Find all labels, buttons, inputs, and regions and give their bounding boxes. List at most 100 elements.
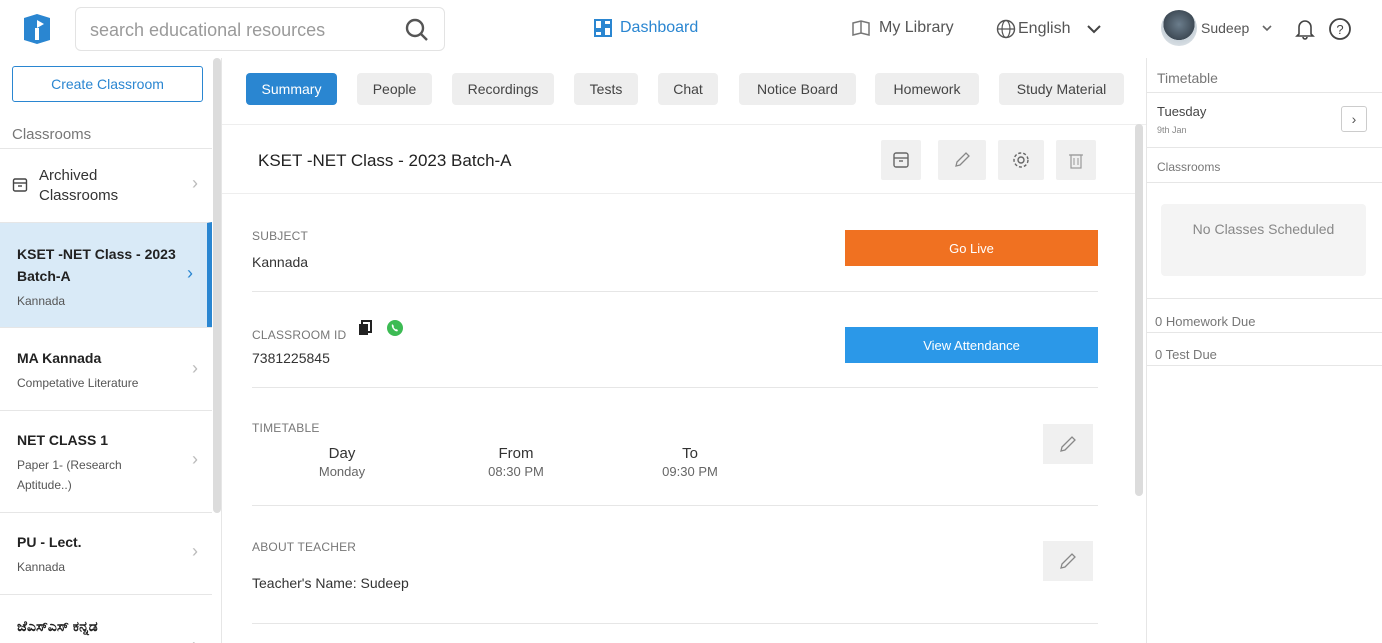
sidebar-scrollbar[interactable] xyxy=(213,58,221,513)
delete-button[interactable] xyxy=(1056,140,1096,180)
my-library-link[interactable]: My Library xyxy=(851,19,954,37)
timetable-label: TIMETABLE xyxy=(252,421,320,435)
classroom-title: MA Kannada xyxy=(17,350,102,366)
tab-tests[interactable]: Tests xyxy=(574,73,638,105)
divider xyxy=(1147,365,1382,366)
classroom-subtitle: Kannada xyxy=(17,560,66,574)
create-classroom-button[interactable]: Create Classroom xyxy=(12,66,203,102)
edit-timetable-button[interactable] xyxy=(1043,424,1093,464)
chevron-right-icon: › xyxy=(192,635,198,643)
gear-icon xyxy=(1013,152,1029,168)
app-logo-icon[interactable] xyxy=(22,12,52,46)
archived-label: Archived Classrooms xyxy=(39,167,119,204)
top-bar: Dashboard My Library English Sudeep ? xyxy=(0,0,1382,58)
pencil-icon xyxy=(955,152,970,167)
from-value: 08:30 PM xyxy=(488,464,544,479)
globe-icon xyxy=(996,19,1016,39)
classroom-id-label: CLASSROOM ID xyxy=(252,328,347,342)
copy-icon[interactable] xyxy=(358,320,372,336)
homework-due: 0 Homework Due xyxy=(1155,314,1256,329)
timetable-date: 9th Jan xyxy=(1157,125,1187,135)
subject-value: Kannada xyxy=(252,254,309,270)
divider xyxy=(1147,147,1382,148)
timetable-day-column: Day Monday xyxy=(282,445,402,479)
chevron-right-icon: › xyxy=(187,263,193,283)
whatsapp-icon[interactable] xyxy=(386,319,404,337)
search-input[interactable] xyxy=(90,17,390,43)
no-classes-message: No Classes Scheduled xyxy=(1161,204,1366,276)
settings-button[interactable] xyxy=(998,140,1044,180)
archive-icon xyxy=(12,178,28,192)
user-name: Sudeep xyxy=(1201,20,1250,36)
subject-label: SUBJECT xyxy=(252,229,309,243)
dashboard-icon xyxy=(594,19,612,37)
tab-recordings[interactable]: Recordings xyxy=(452,73,554,105)
archive-button[interactable] xyxy=(881,140,921,180)
chevron-right-icon: › xyxy=(192,173,198,193)
search-box[interactable] xyxy=(75,7,445,51)
dashboard-label: Dashboard xyxy=(620,19,699,36)
tab-homework[interactable]: Homework xyxy=(875,73,979,105)
sidebar-item-net-class-1[interactable]: NET CLASS 1 Paper 1- (Research Aptitude.… xyxy=(0,410,212,512)
day-heading: Day xyxy=(328,445,356,462)
chevron-down-icon xyxy=(1262,25,1272,32)
edit-teacher-button[interactable] xyxy=(1043,541,1093,581)
view-attendance-button[interactable]: View Attendance xyxy=(845,327,1098,363)
divider xyxy=(1147,92,1382,93)
archived-classrooms-item[interactable]: Archived Classrooms › xyxy=(0,148,212,222)
svg-text:?: ? xyxy=(1336,22,1343,37)
chevron-right-icon: › xyxy=(192,449,198,469)
pencil-icon xyxy=(1060,436,1076,452)
classroom-id-section: CLASSROOM ID 7381225845 View Attendance xyxy=(252,292,1098,388)
tab-study-material[interactable]: Study Material xyxy=(999,73,1124,105)
language-selector[interactable]: English xyxy=(996,19,1102,39)
tab-people[interactable]: People xyxy=(357,73,432,105)
sidebar-item-kset-net[interactable]: KSET -NET Class - 2023 Batch-A Kannada › xyxy=(0,222,212,327)
to-value: 09:30 PM xyxy=(662,464,718,479)
classrooms-label: Classrooms xyxy=(1157,160,1221,174)
tab-notice-board[interactable]: Notice Board xyxy=(739,73,856,105)
chevron-right-icon: › xyxy=(192,541,198,561)
classroom-title: PU - Lect. xyxy=(17,534,82,550)
timetable-day: Tuesday xyxy=(1157,104,1207,119)
user-menu[interactable]: Sudeep xyxy=(1161,10,1273,46)
timetable-from-column: From 08:30 PM xyxy=(456,445,576,479)
go-live-button[interactable]: Go Live xyxy=(845,230,1098,266)
search-icon[interactable] xyxy=(404,17,430,43)
classroom-title: NET CLASS 1 xyxy=(17,432,109,448)
sidebar-item-jss-kannada[interactable]: ಜೆಎಸ್ಎಸ್ ಕನ್ನಡ › xyxy=(0,594,212,643)
avatar xyxy=(1161,10,1197,46)
day-value: Monday xyxy=(318,464,366,479)
classroom-title: ಜೆಎಸ್ಎಸ್ ಕನ್ನಡ xyxy=(17,618,98,634)
classroom-subtitle: Paper 1- (Research Aptitude..) xyxy=(17,458,122,492)
language-label: English xyxy=(1018,20,1071,37)
trash-icon xyxy=(1069,154,1083,169)
tab-summary[interactable]: Summary xyxy=(246,73,337,105)
archive-icon xyxy=(893,152,909,168)
classroom-title: KSET -NET Class - 2023 Batch-A xyxy=(258,151,512,170)
chevron-right-icon: › xyxy=(192,358,198,378)
edit-classroom-button[interactable] xyxy=(938,140,986,180)
pencil-icon xyxy=(1060,553,1076,569)
classroom-header: KSET -NET Class - 2023 Batch-A xyxy=(222,126,1136,194)
to-heading: To xyxy=(682,445,698,462)
dashboard-link[interactable]: Dashboard xyxy=(594,19,698,37)
classroom-subtitle: Competative Literature xyxy=(17,376,139,390)
teacher-name: Teacher's Name: Sudeep xyxy=(252,575,409,591)
tab-chat[interactable]: Chat xyxy=(658,73,718,105)
test-due: 0 Test Due xyxy=(1155,347,1217,362)
about-teacher-section: ABOUT TEACHER Teacher's Name: Sudeep xyxy=(252,506,1098,624)
divider xyxy=(1147,332,1382,333)
library-label: My Library xyxy=(879,19,954,36)
sidebar-item-ma-kannada[interactable]: MA Kannada Competative Literature › xyxy=(0,327,212,410)
classroom-id-value: 7381225845 xyxy=(252,350,330,366)
help-icon[interactable]: ? xyxy=(1328,17,1352,41)
classrooms-heading: Classrooms xyxy=(12,126,92,143)
main-scrollbar[interactable] xyxy=(1135,124,1143,496)
library-icon xyxy=(852,20,870,36)
next-day-button[interactable]: › xyxy=(1341,106,1367,132)
classroom-sidebar: Create Classroom Classrooms Archived Cla… xyxy=(0,58,222,643)
chevron-down-icon xyxy=(1087,25,1102,34)
bell-icon[interactable] xyxy=(1295,18,1315,40)
sidebar-item-pu-lect[interactable]: PU - Lect. Kannada › xyxy=(0,512,212,594)
